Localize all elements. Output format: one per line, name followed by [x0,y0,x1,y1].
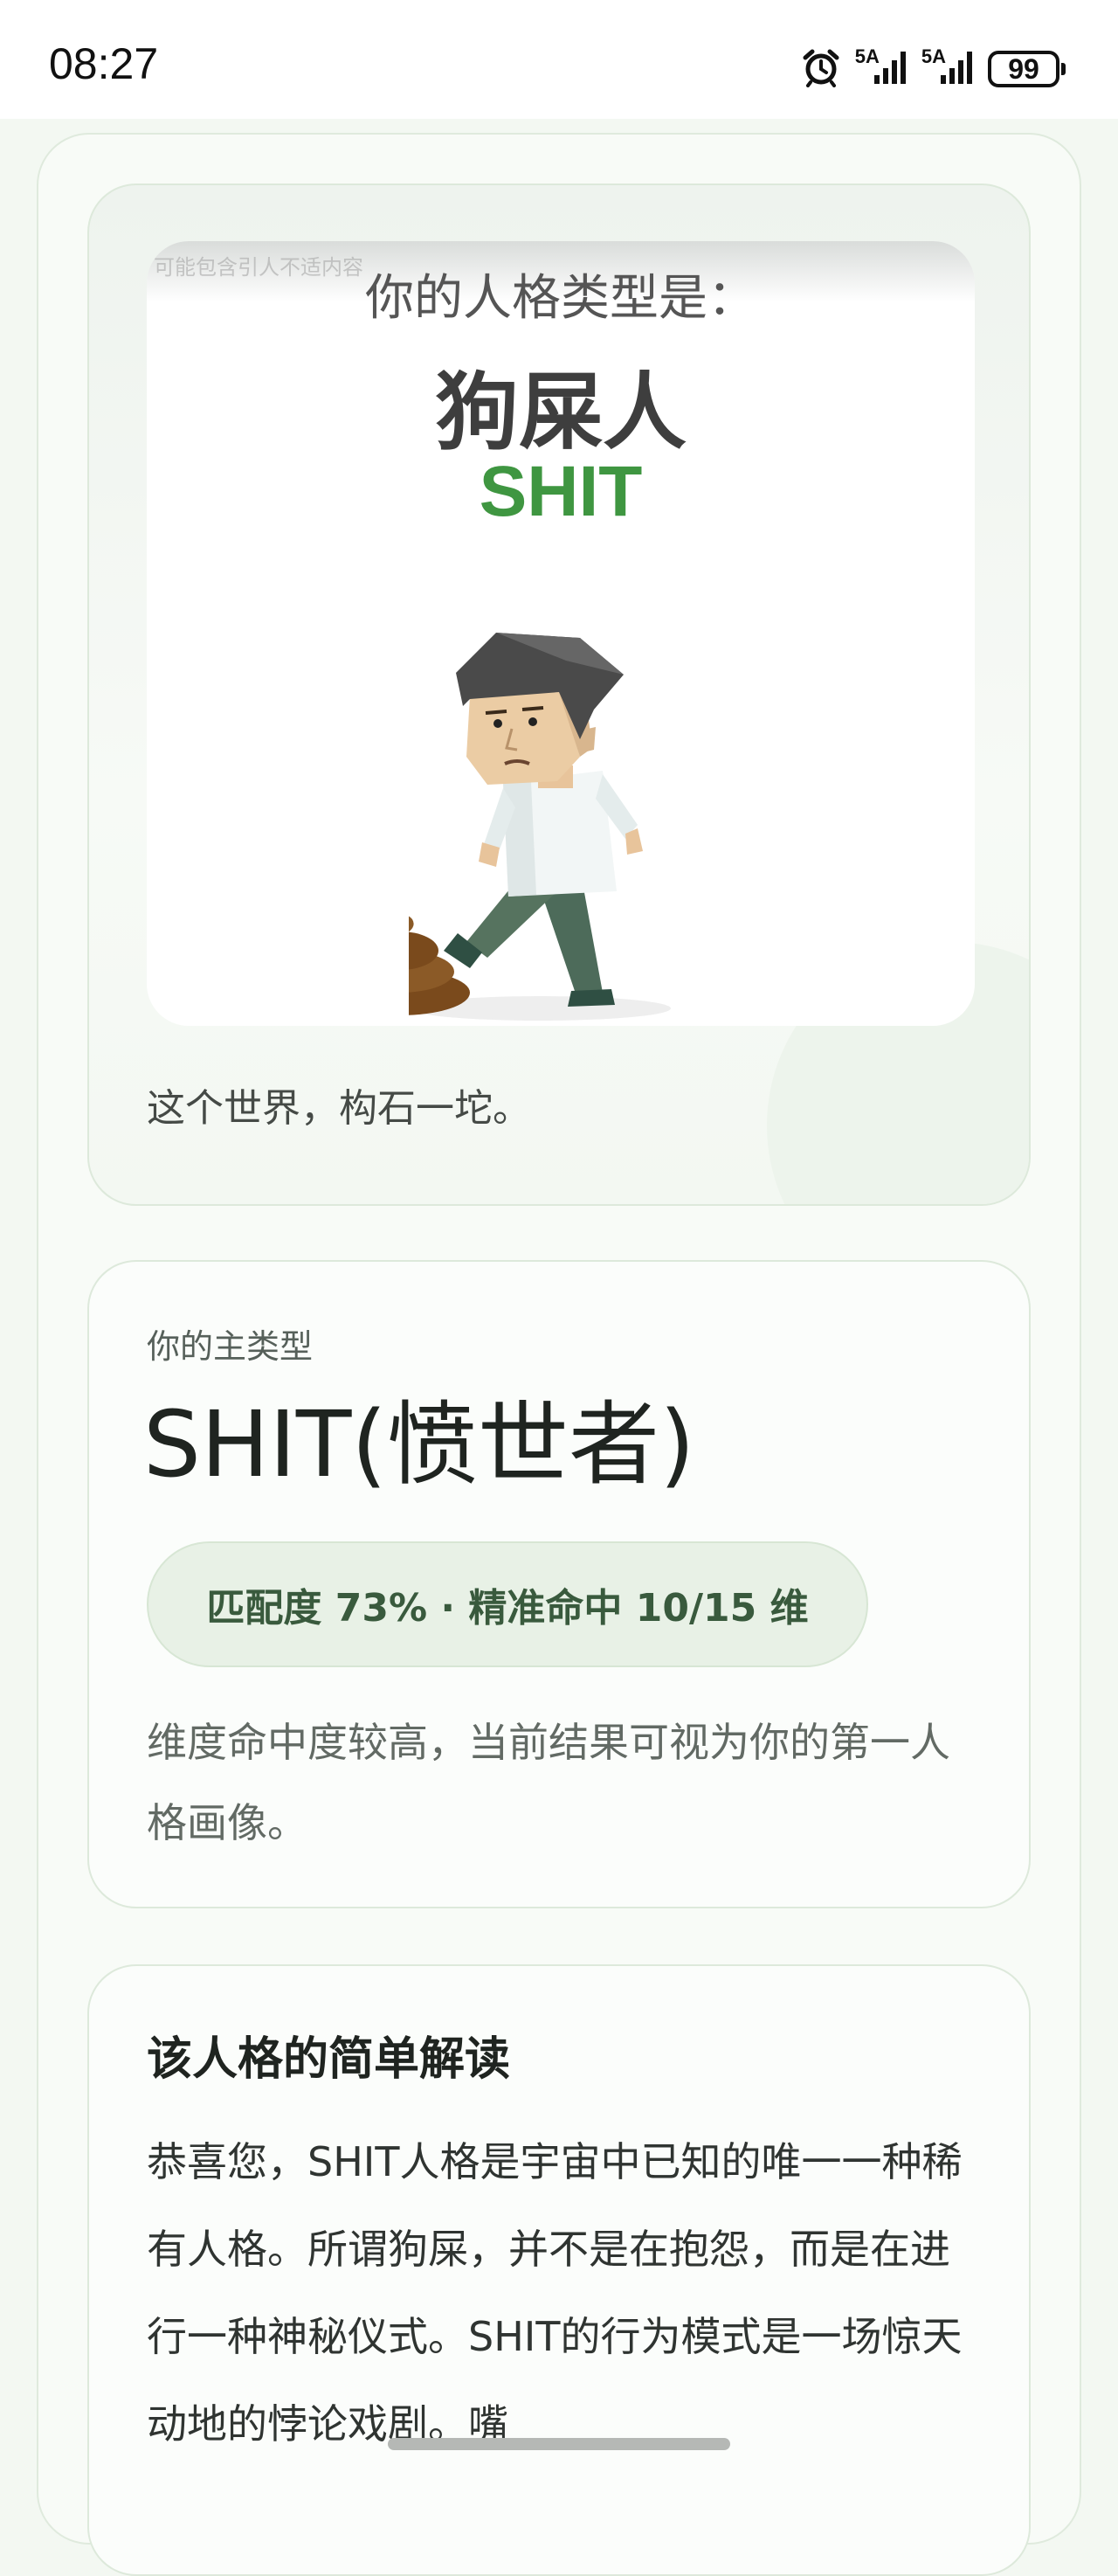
signal-icon [939,49,974,89]
battery-tip [1061,63,1066,75]
interpretation-title: 该人格的简单解读 [147,2033,511,2086]
result-poster: 可能包含引人不适内容 你的人格类型是： 狗屎人 SHIT [147,241,975,1026]
battery-icon: 99 [988,51,1066,87]
poster-heading: 你的人格类型是： [365,270,756,327]
signal-group-1: 5A [855,45,908,89]
signal-icon [873,49,908,89]
kicking-poop-figure-icon [330,626,776,1026]
hero-card: 可能包含引人不适内容 你的人格类型是： 狗屎人 SHIT 这个世界，构石一坨。 [87,184,1031,1206]
status-time: 08:27 [49,39,159,88]
hero-caption: 这个世界，构石一坨。 [147,1086,531,1131]
interpretation-body: 恭喜您，SHIT人格是宇宙中已知的唯一一种稀有人格。所谓狗屎，并不是在抱怨，而是… [147,2138,963,2448]
alarm-icon [801,47,841,91]
match-score-badge: 匹配度 73% · 精准命中 10/15 维 [147,1541,868,1667]
poster-type-code: SHIT [479,452,643,531]
status-bar: 08:27 5A 5A 99 [0,0,1118,119]
poster-type-name: 狗屎人 [435,364,687,461]
home-indicator[interactable] [388,2438,730,2450]
status-icons: 5A 5A 99 [801,45,1066,91]
interpretation-card: 该人格的简单解读 恭喜您，SHIT人格是宇宙中已知的唯一一种稀有人格。所谓狗屎，… [87,1964,1031,2576]
main-type-card: 你的主类型 SHIT(愤世者) 匹配度 73% · 精准命中 10/15 维 维… [87,1260,1031,1908]
main-type-description: 维度命中度较高，当前结果可视为你的第一人格画像。 [147,1719,950,1846]
main-type-title: SHIT(愤世者) [143,1391,695,1498]
battery-level: 99 [988,51,1059,87]
main-type-eyebrow: 你的主类型 [147,1327,314,1366]
signal-group-2: 5A [921,45,974,89]
